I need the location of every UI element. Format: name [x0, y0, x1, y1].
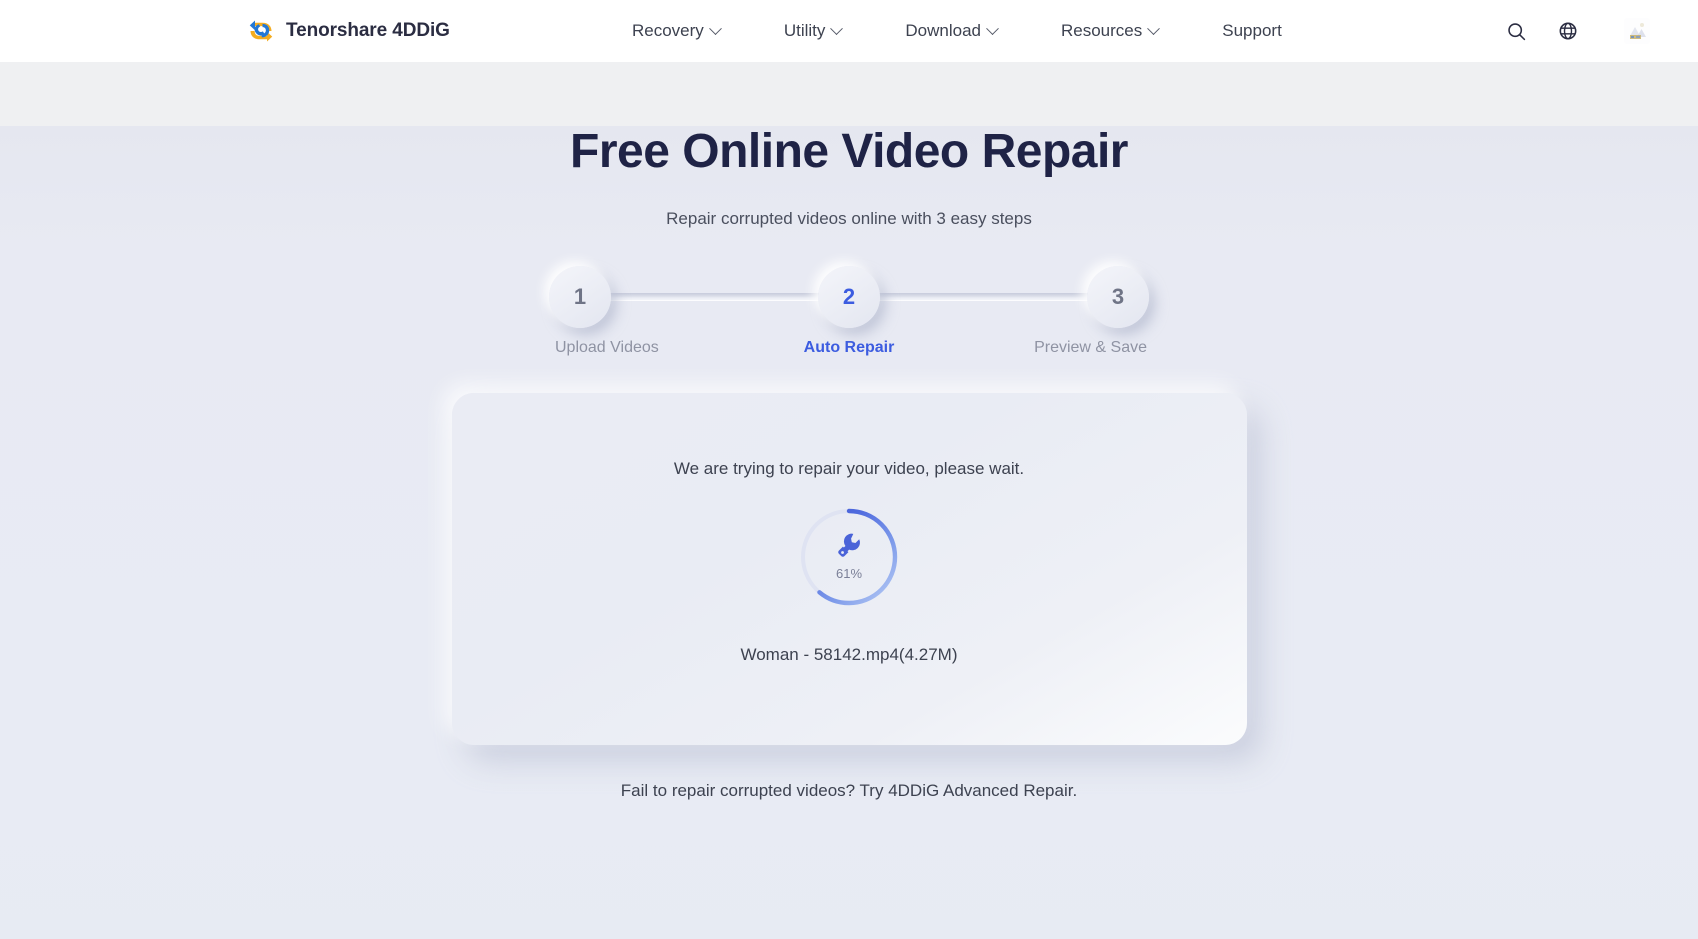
search-icon: [1507, 22, 1525, 40]
site-header: Tenorshare 4DDiG Recovery Utility Downlo…: [0, 0, 1698, 62]
globe-icon: [1559, 22, 1577, 40]
step-number: 1: [573, 283, 587, 309]
progress-stepper: 1 2 3 Upload Videos Auto Repair Preview …: [549, 265, 1149, 371]
step-circle-3[interactable]: 3: [1087, 265, 1149, 328]
chevron-down-icon: [708, 21, 722, 35]
language-button[interactable]: [1542, 0, 1594, 62]
brand-name: Tenorshare 4DDiG: [286, 20, 450, 41]
progress-inner-content: 61%: [797, 505, 901, 609]
avatar-icon: [1624, 18, 1650, 44]
nav-item-support[interactable]: Support: [1190, 0, 1314, 62]
page-subtitle: Repair corrupted videos online with 3 ea…: [666, 208, 1032, 228]
nav-item-utility[interactable]: Utility: [752, 0, 874, 62]
step-circle-2[interactable]: 2: [818, 265, 880, 328]
nav-item-resources[interactable]: Resources: [1029, 0, 1190, 62]
stepper-labels: Upload Videos Auto Repair Preview & Save: [549, 339, 1149, 357]
step-label-preview-save[interactable]: Preview & Save: [989, 339, 1149, 357]
repair-status-text: We are trying to repair your video, plea…: [673, 458, 1025, 478]
nav-item-label: Recovery: [632, 21, 704, 40]
search-button[interactable]: [1490, 0, 1542, 62]
stepper-track: 1 2 3: [549, 265, 1149, 329]
chevron-down-icon: [1147, 21, 1161, 35]
nav-item-label: Download: [905, 21, 981, 40]
main-navigation: Recovery Utility Download Resources Supp…: [600, 0, 1314, 62]
nav-item-label: Support: [1222, 21, 1282, 40]
nav-item-download[interactable]: Download: [873, 0, 1029, 62]
repair-filename: Woman - 58142.mp4(4.27M): [740, 644, 958, 664]
hero-section: Free Online Video Repair Repair corrupte…: [0, 125, 1698, 939]
step-number: 3: [1111, 283, 1125, 309]
4ddig-loop-logo-icon: [246, 16, 276, 46]
stepper-connector-2: [876, 293, 1091, 301]
advanced-repair-note: Fail to repair corrupted videos? Try 4DD…: [0, 781, 1698, 801]
advanced-repair-link[interactable]: Fail to repair corrupted videos? Try 4DD…: [621, 781, 1077, 800]
header-tools: [1490, 0, 1698, 62]
repair-progress-indicator: 61%: [797, 505, 901, 609]
step-number: 2: [842, 283, 856, 309]
step-label-upload-videos[interactable]: Upload Videos: [549, 339, 709, 357]
step-circle-1[interactable]: 1: [549, 265, 611, 328]
repair-progress-card: We are trying to repair your video, plea…: [451, 392, 1247, 745]
nav-item-recovery[interactable]: Recovery: [600, 0, 752, 62]
nav-item-label: Resources: [1060, 21, 1143, 40]
stepper-connector-1: [607, 293, 822, 301]
progress-percent-label: 61%: [835, 566, 863, 582]
chevron-down-icon: [986, 21, 999, 35]
nav-item-label: Utility: [783, 21, 826, 40]
page-title: Free Online Video Repair: [570, 125, 1128, 178]
chevron-down-icon: [830, 21, 844, 35]
wrench-icon: [838, 533, 860, 558]
step-label-auto-repair[interactable]: Auto Repair: [769, 339, 929, 357]
brand-logo-link[interactable]: Tenorshare 4DDiG: [246, 0, 450, 62]
user-avatar[interactable]: [1624, 18, 1650, 44]
